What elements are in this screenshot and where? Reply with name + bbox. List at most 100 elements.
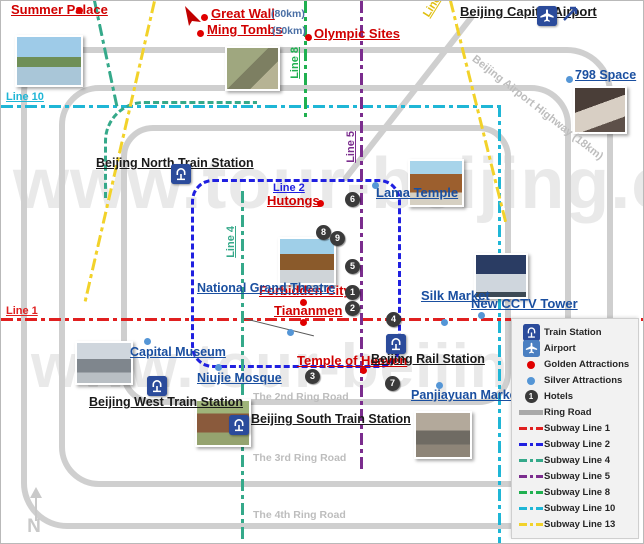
silver-dot-niujie-mosque <box>215 364 222 371</box>
line-label-line8: Line 8 <box>289 47 301 79</box>
silver-dot-lama-temple <box>372 182 379 189</box>
legend-label: Subway Line 1 <box>544 423 610 434</box>
hotel-badge-1[interactable]: 1 <box>345 285 360 300</box>
hotel-badge-6[interactable]: 6 <box>345 192 360 207</box>
silver-dot-silk-market <box>441 319 448 326</box>
subway-line-10-icon <box>518 507 544 510</box>
golden-dot-ming-tombs <box>197 30 204 37</box>
photo-forbidden-city <box>278 237 336 285</box>
label-capital-museum[interactable]: Capital Museum <box>130 345 226 359</box>
train-station-icon-west[interactable] <box>147 376 167 396</box>
train-station-icon-rail[interactable] <box>386 334 406 354</box>
photo-capital-museum <box>75 341 133 385</box>
label-hutongs[interactable]: Hutongs <box>267 194 320 208</box>
photo-798-space <box>573 86 627 134</box>
label-panjiayuan-market[interactable]: Panjiayuan Market <box>411 388 521 402</box>
label-lama-temple[interactable]: Lama Temple <box>376 186 458 200</box>
golden-dot-temple-of-heaven <box>360 367 367 374</box>
legend-item-subway-line-5: Subway Line 5 <box>518 469 633 484</box>
compass-label: N <box>27 516 41 537</box>
hotel-badge-3[interactable]: 3 <box>305 369 320 384</box>
hotel-badge-4[interactable]: 4 <box>386 312 401 327</box>
legend-item-subway-line-1: Subway Line 1 <box>518 421 633 436</box>
silver-dot-national-grand-theatre <box>287 329 294 336</box>
legend-label: Subway Line 10 <box>544 503 616 514</box>
line-label-line13: Line 13 <box>421 0 452 20</box>
golden-dot-olympic-sites <box>305 34 312 41</box>
legend-label: Subway Line 4 <box>544 455 610 466</box>
train-station-icon <box>518 324 544 341</box>
ring-road-line-icon <box>518 410 544 415</box>
label-temple-of-heaven[interactable]: Temple of Heaven <box>297 354 407 368</box>
north-pointer-arrow <box>185 6 201 26</box>
photo-panjiayuan-market <box>414 411 472 459</box>
legend-item-hotels: 1 Hotels <box>518 389 633 404</box>
subway-line-1-icon <box>518 427 544 430</box>
ring-road-label-4th: The 4th Ring Road <box>253 509 346 521</box>
subway-line-2-icon <box>518 443 544 446</box>
legend-label: Airport <box>544 343 576 354</box>
subway-line-8-icon <box>518 491 544 494</box>
line-label-line10: Line 10 <box>6 91 44 103</box>
photo-great-wall <box>225 46 280 91</box>
legend-item-train-station: Train Station <box>518 324 633 341</box>
label-summer-palace[interactable]: Summer Palace <box>11 3 108 17</box>
golden-dot-tiananmen <box>300 319 307 326</box>
subway-line-4-icon <box>518 459 544 462</box>
label-tiananmen[interactable]: Tiananmen <box>274 304 342 318</box>
line-label-line1: Line 1 <box>6 305 38 317</box>
label-beijing-south-train-station[interactable]: Beijing South Train Station <box>251 412 411 426</box>
ring-road-label-2nd: The 2nd Ring Road <box>253 391 349 403</box>
golden-dot-summer-palace <box>76 7 83 14</box>
silver-dot-capital-museum <box>144 338 151 345</box>
line-label-line5: Line 5 <box>345 131 357 163</box>
silver-dot-new-cctv-tower <box>478 312 485 319</box>
hotel-badge-2[interactable]: 2 <box>345 301 360 316</box>
legend-label: Subway Line 5 <box>544 471 610 482</box>
label-silk-market[interactable]: Silk Market <box>421 289 490 303</box>
legend-item-ring-road: Ring Road <box>518 405 633 420</box>
train-station-icon-north[interactable] <box>171 164 191 184</box>
golden-attraction-dot-icon <box>518 360 544 369</box>
line-label-line4: Line 4 <box>225 226 237 258</box>
subway-line-13-icon <box>518 523 544 526</box>
label-national-grand-theatre[interactable]: National Grand Theatre <box>197 281 335 295</box>
hotel-badge-9[interactable]: 9 <box>330 231 345 246</box>
subway-line-5-icon <box>518 475 544 478</box>
legend-item-silver-attractions: Silver Attractions <box>518 373 633 388</box>
label-beijing-rail-station[interactable]: Beijing Rail Station <box>371 352 485 366</box>
beijing-tourist-map: www.tour-beijing.com www.tour-beijing.co… <box>0 0 644 544</box>
label-beijing-north-train-station[interactable]: Beijing North Train Station <box>96 156 254 170</box>
subway-line-4 <box>241 191 244 543</box>
legend-item-subway-line-2: Subway Line 2 <box>518 437 633 452</box>
airport-icon-capital[interactable] <box>537 6 557 26</box>
ring-road-label-3rd: The 3rd Ring Road <box>253 452 347 464</box>
legend-label: Subway Line 13 <box>544 519 616 530</box>
legend-label: Hotels <box>544 391 574 402</box>
silver-dot-panjiayuan-market <box>436 382 443 389</box>
label-new-cctv-tower[interactable]: New CCTV Tower <box>471 297 578 311</box>
legend-item-subway-line-8: Subway Line 8 <box>518 485 633 500</box>
train-station-icon-south[interactable] <box>229 415 249 435</box>
label-olympic-sites[interactable]: Olympic Sites <box>314 27 400 41</box>
label-niujie-mosque[interactable]: Niujie Mosque <box>197 371 282 385</box>
legend-label: Silver Attractions <box>544 375 623 386</box>
hotel-badge-7[interactable]: 7 <box>385 376 400 391</box>
legend-item-subway-line-10: Subway Line 10 <box>518 501 633 516</box>
legend-item-golden-attractions: Golden Attractions <box>518 357 633 372</box>
label-beijing-capital-airport[interactable]: Beijing Capital Airport <box>460 5 597 19</box>
silver-attraction-dot-icon <box>518 376 544 385</box>
label-great-wall[interactable]: Great Wall <box>211 7 275 21</box>
label-beijing-west-train-station[interactable]: Beijing West Train Station <box>89 395 243 409</box>
legend-label: Subway Line 2 <box>544 439 610 450</box>
hotel-badge-5[interactable]: 5 <box>345 259 360 274</box>
legend-label: Subway Line 8 <box>544 487 610 498</box>
legend-item-airport: Airport <box>518 340 633 357</box>
golden-dot-forbidden-city <box>300 299 307 306</box>
subway-line-10-vertical <box>498 105 501 543</box>
subway-line-5 <box>360 1 363 471</box>
map-legend: Train Station Airport Golden Attractions… <box>511 318 639 539</box>
label-798-space[interactable]: 798 Space <box>575 68 636 82</box>
photo-summer-palace <box>15 35 83 87</box>
hotel-badge-8[interactable]: 8 <box>316 225 331 240</box>
